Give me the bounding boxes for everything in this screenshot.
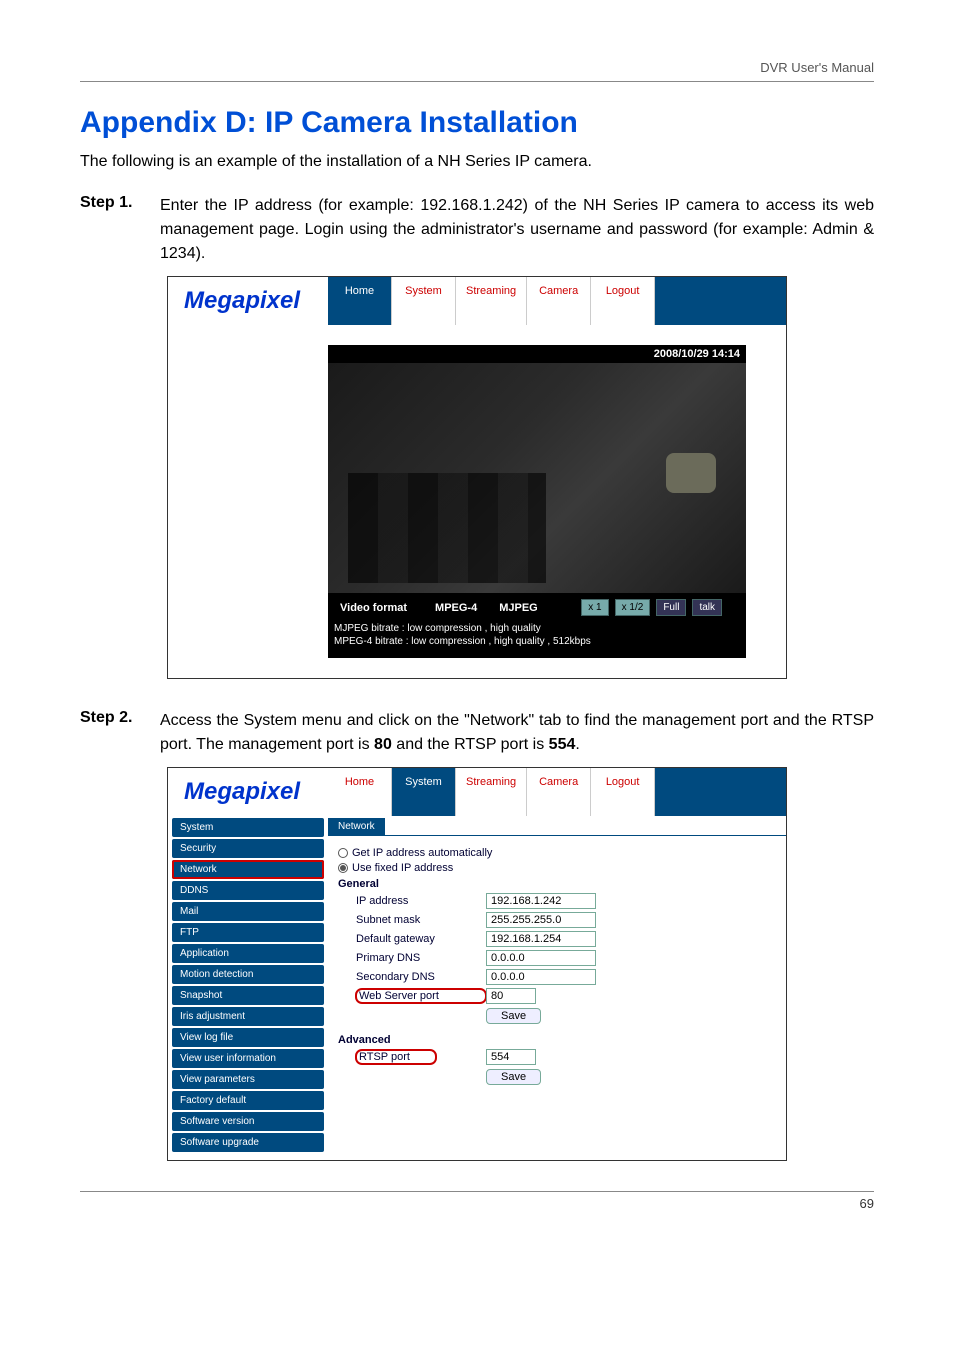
top-tabs: Home System Streaming Camera Logout [328,277,786,325]
webport-label: Web Server port [356,989,486,1003]
zoom-full-button[interactable]: Full [656,599,686,616]
sdns-label: Secondary DNS [356,971,486,983]
sidebar-item-swupgrade[interactable]: Software upgrade [172,1133,324,1152]
sidebar-item-swversion[interactable]: Software version [172,1112,324,1131]
tab-logout[interactable]: Logout [591,277,655,325]
sidebar-item-ddns[interactable]: DDNS [172,881,324,900]
tab2-camera[interactable]: Camera [527,768,591,816]
header-right: DVR User's Manual [80,60,874,75]
screenshot-network: Megapixel Home System Streaming Camera L… [167,767,787,1161]
tab2-home[interactable]: Home [328,768,392,816]
step2-label: Step 2. [80,709,160,757]
radio-fixed-label: Use fixed IP address [352,862,453,874]
save-advanced-button[interactable]: Save [486,1069,541,1085]
general-heading: General [338,878,776,890]
sidebar-item-snapshot[interactable]: Snapshot [172,986,324,1005]
sidebar-item-motion[interactable]: Motion detection [172,965,324,984]
step2-text: Access the System menu and click on the … [160,709,874,757]
sidebar-item-viewparams[interactable]: View parameters [172,1070,324,1089]
radio-auto-label: Get IP address automatically [352,847,492,859]
rule-bottom [80,1191,874,1192]
sidebar-item-application[interactable]: Application [172,944,324,963]
video-format-label: Video format [334,600,413,616]
sidebar-item-ftp[interactable]: FTP [172,923,324,942]
gateway-label: Default gateway [356,933,486,945]
codec-mjpeg-label: MJPEG [499,602,538,614]
tab2-streaming[interactable]: Streaming [456,768,527,816]
sidebar-item-iris[interactable]: Iris adjustment [172,1007,324,1026]
tab-system[interactable]: System [392,277,456,325]
step1-label: Step 1. [80,194,160,266]
tab-camera[interactable]: Camera [527,277,591,325]
rule-top [80,81,874,82]
tab-streaming[interactable]: Streaming [456,277,527,325]
pdns-label: Primary DNS [356,952,486,964]
sdns-input[interactable] [486,969,596,985]
ip-input[interactable] [486,893,596,909]
radio-auto-ip[interactable] [338,848,348,858]
sidebar-item-mail[interactable]: Mail [172,902,324,921]
pdns-input[interactable] [486,950,596,966]
brand-logo-2: Megapixel [168,768,328,816]
save-general-button[interactable]: Save [486,1008,541,1024]
video-timestamp: 2008/10/29 14:14 [648,345,746,363]
sidebar-item-network[interactable]: Network [172,860,324,879]
sidebar-item-security[interactable]: Security [172,839,324,858]
page-number: 69 [80,1196,874,1211]
ip-label: IP address [356,895,486,907]
advanced-heading: Advanced [338,1034,776,1046]
tab-home[interactable]: Home [328,277,392,325]
talk-button[interactable]: talk [692,599,722,616]
bitrate-line-2: MPEG-4 bitrate : low compression , high … [334,635,740,648]
tab2-logout[interactable]: Logout [591,768,655,816]
radio-mpeg4[interactable] [419,603,429,613]
codec-mpeg4-label: MPEG-4 [435,602,477,614]
intro-text: The following is an example of the insta… [80,150,874,174]
sidebar-item-viewlog[interactable]: View log file [172,1028,324,1047]
rtsp-label: RTSP port [356,1050,436,1064]
step1-text: Enter the IP address (for example: 192.1… [160,194,874,266]
sidebar-item-system[interactable]: System [172,818,324,837]
page-title: Appendix D: IP Camera Installation [80,106,874,140]
mask-input[interactable] [486,912,596,928]
sidebar-item-viewuser[interactable]: View user information [172,1049,324,1068]
zoom-x12-button[interactable]: x 1/2 [615,599,651,616]
rtsp-input[interactable] [486,1049,536,1065]
screenshot-home: Megapixel Home System Streaming Camera L… [167,276,787,679]
camera-icon[interactable] [728,601,746,615]
zoom-x1-button[interactable]: x 1 [581,599,608,616]
live-video [328,363,746,593]
radio-fixed-ip[interactable] [338,863,348,873]
bitrate-line-1: MJPEG bitrate : low compression , high q… [334,622,740,635]
brand-logo: Megapixel [168,277,328,325]
radio-mjpeg[interactable] [483,603,493,613]
sidebar-item-factory[interactable]: Factory default [172,1091,324,1110]
section-title: Network [328,818,385,835]
sidebar: System Security Network DDNS Mail FTP Ap… [168,816,328,1160]
gateway-input[interactable] [486,931,596,947]
mask-label: Subnet mask [356,914,486,926]
tab2-system[interactable]: System [392,768,456,816]
top-tabs-2: Home System Streaming Camera Logout [328,768,786,816]
webport-input[interactable] [486,988,536,1004]
